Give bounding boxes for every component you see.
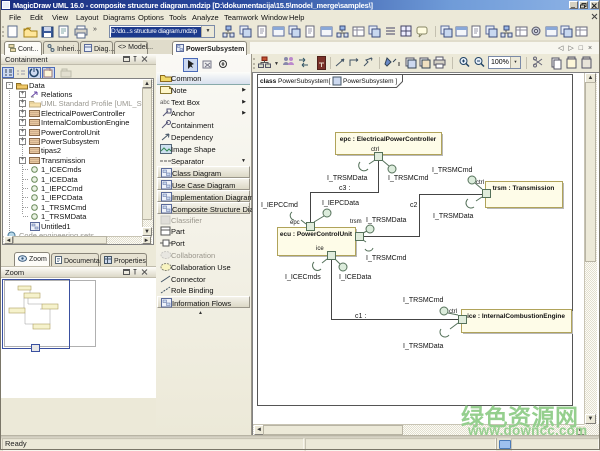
svg-text:I_IEPCCmd: I_IEPCCmd [261, 202, 298, 209]
svg-text:epc : ElectricalPowerControlle: epc : ElectricalPowerController [340, 136, 437, 143]
svg-text:c3 :: c3 : [339, 185, 350, 192]
svg-text:ice : InternalCombustionEngine: ice : InternalCombustionEngine [467, 313, 565, 320]
svg-text:I_TRSMData: I_TRSMData [366, 217, 407, 224]
svg-text:I_TRSMCmd: I_TRSMCmd [403, 297, 444, 304]
svg-text:I_TRSMData: I_TRSMData [327, 175, 368, 182]
svg-text:I_TRSMData: I_TRSMData [433, 213, 474, 220]
svg-text:I_IEPCData: I_IEPCData [322, 200, 359, 207]
svg-text:ice: ice [316, 246, 324, 252]
svg-text:I_ICECmds: I_ICECmds [285, 274, 321, 281]
svg-text:PowerSubsystem ]: PowerSubsystem ] [343, 78, 397, 85]
svg-text:I_TRSMCmd: I_TRSMCmd [366, 255, 407, 262]
svg-text:trsm: trsm [350, 219, 362, 225]
svg-text:I_TRSMData: I_TRSMData [403, 343, 444, 350]
svg-text:c2: c2 [410, 202, 418, 209]
svg-text:I_ICEData: I_ICEData [339, 274, 371, 281]
svg-text:ecu : PowerControlUnit: ecu : PowerControlUnit [280, 231, 353, 238]
svg-text:class: class [260, 78, 277, 85]
svg-text:trsm : Transmission: trsm : Transmission [493, 185, 555, 192]
svg-text:I_TRSMCmd: I_TRSMCmd [388, 175, 429, 182]
svg-text:PowerSubsystem[: PowerSubsystem[ [278, 78, 331, 85]
svg-text:I_TRSMCmd: I_TRSMCmd [432, 167, 473, 174]
svg-text:epc: epc [290, 220, 300, 226]
svg-text:abc: abc [160, 100, 170, 106]
svg-text:c1 :: c1 : [355, 313, 366, 320]
